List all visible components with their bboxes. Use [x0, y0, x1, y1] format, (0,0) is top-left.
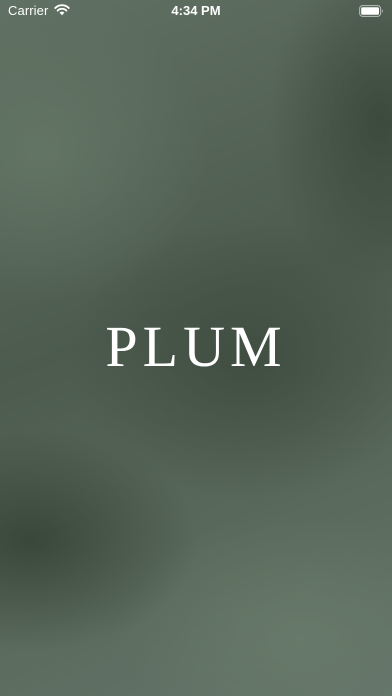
- plum-logo: PLUM: [105, 314, 287, 379]
- splash-screen: Carrier 4:34 PM PLUM: [0, 0, 392, 696]
- status-time: 4:34 PM: [171, 3, 221, 18]
- battery-full-icon: [359, 5, 383, 17]
- status-bar: Carrier 4:34 PM: [0, 0, 392, 22]
